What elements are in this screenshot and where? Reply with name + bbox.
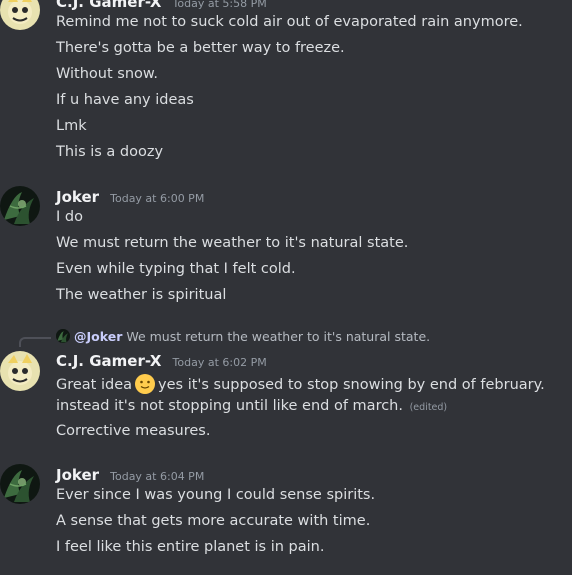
- message-text: yes it's supposed to stop snowing by end…: [158, 377, 545, 393]
- message-line: Lmk: [56, 118, 87, 134]
- message-line: A sense that gets more accurate with tim…: [56, 513, 371, 529]
- message-text: instead it's not stopping until like end…: [56, 398, 403, 414]
- reply-mention[interactable]: @Joker: [74, 329, 122, 344]
- message-line: If u have any ideas: [56, 92, 194, 108]
- message-header: Joker Today at 6:00 PM: [56, 187, 204, 206]
- message-line: instead it's not stopping until like end…: [56, 397, 447, 417]
- message-text: Great idea: [56, 377, 133, 393]
- slight-smile-emoji-icon[interactable]: [134, 373, 156, 395]
- author-name[interactable]: Joker: [56, 466, 99, 484]
- message-line: Even while typing that I felt cold.: [56, 261, 296, 277]
- message-header: C.J. Gamer-X Today at 6:02 PM: [56, 351, 267, 370]
- avatar[interactable]: [0, 0, 40, 30]
- message-line: Corrective measures.: [56, 423, 211, 439]
- author-name[interactable]: C.J. Gamer-X: [56, 0, 161, 11]
- avatar[interactable]: [0, 351, 40, 391]
- author-name[interactable]: C.J. Gamer-X: [56, 352, 161, 370]
- message-line: I feel like this entire planet is in pai…: [56, 539, 325, 555]
- message-header: C.J. Gamer-X Today at 5:58 PM: [56, 0, 267, 11]
- message-line: Remind me not to suck cold air out of ev…: [56, 14, 523, 30]
- reply-preview[interactable]: @Joker We must return the weather to it'…: [56, 329, 430, 344]
- timestamp[interactable]: Today at 6:04 PM: [110, 470, 204, 483]
- timestamp[interactable]: Today at 6:02 PM: [173, 356, 267, 369]
- message-line: This is a doozy: [56, 144, 164, 160]
- avatar[interactable]: [0, 464, 40, 504]
- reply-text: We must return the weather to it's natur…: [126, 329, 431, 344]
- message-line: Great idea yes it's supposed to stop snow…: [56, 373, 545, 395]
- reply-avatar: [56, 329, 70, 343]
- message-line: There's gotta be a better way to freeze.: [56, 40, 345, 56]
- message-line: We must return the weather to it's natur…: [56, 235, 409, 251]
- edited-label: (edited): [409, 402, 448, 413]
- author-name[interactable]: Joker: [56, 188, 99, 206]
- message-header: Joker Today at 6:04 PM: [56, 465, 204, 484]
- message-line: Without snow.: [56, 66, 159, 82]
- reply-spine: [19, 337, 51, 347]
- message-line: Ever since I was young I could sense spi…: [56, 487, 376, 503]
- timestamp[interactable]: Today at 6:00 PM: [110, 192, 204, 205]
- message-line: I do: [56, 209, 83, 225]
- timestamp[interactable]: Today at 5:58 PM: [173, 0, 267, 10]
- message-line: The weather is spiritual: [56, 287, 227, 303]
- avatar[interactable]: [0, 186, 40, 226]
